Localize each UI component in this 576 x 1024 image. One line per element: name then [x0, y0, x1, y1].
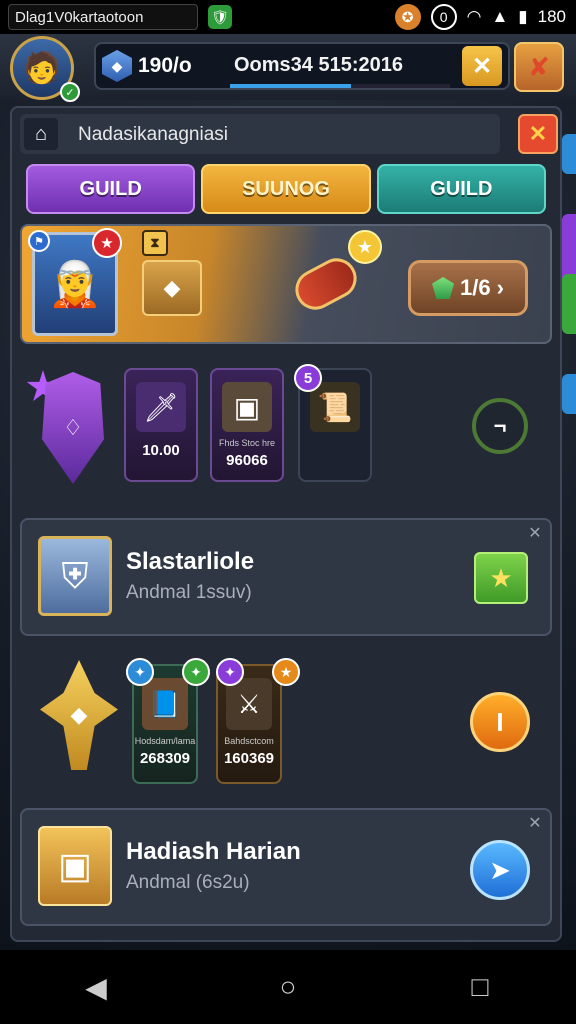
- clock-text: 180: [537, 7, 566, 26]
- card-title: Slastarliole: [126, 548, 255, 575]
- item-row-1: ♢ 🗡 10.00 ▣ Fhds Stoc hre 96066 5 📜 ¬: [12, 364, 564, 508]
- breadcrumb: ⌂ Nadasikanagniasi: [20, 114, 500, 154]
- hero-progress-button[interactable]: 1/6 ›: [408, 260, 528, 316]
- chevron-right-icon: ›: [496, 275, 504, 300]
- timer-progress: [230, 84, 450, 88]
- tab-bar: GUILD SUUNOG GUILD: [26, 164, 546, 214]
- slot-count-badge: 5: [294, 364, 322, 392]
- info-card-b[interactable]: ✕ ▣ Hadiash Harian Andmal (6s2u) ➤: [20, 808, 552, 926]
- hero-progress-text: 1/6: [460, 275, 491, 300]
- row1-action-button[interactable]: ¬: [472, 398, 528, 454]
- top-bar: 🧑 ✓ ◆ 190/o Ooms34 515:2016 ✕ ✘: [0, 34, 576, 102]
- timer-progress-fill: [230, 84, 351, 88]
- gem-count: 190/o: [138, 54, 192, 77]
- item-slot[interactable]: ✦ ✦ 📘 Hodsdam/lama 268309: [126, 658, 210, 784]
- tab-guild[interactable]: GUILD: [26, 164, 196, 214]
- side-edge-tab[interactable]: [562, 274, 576, 334]
- purple-shield-icon: ♢: [42, 372, 104, 484]
- panel-close-button[interactable]: ✕: [518, 114, 558, 154]
- slot-caption: Bahdsctcom: [224, 736, 274, 746]
- info-card-a[interactable]: ✕ ⛨ Slastarliole Andmal 1ssuv) ★: [20, 518, 552, 636]
- slot-caption: Hodsdam/lama: [134, 736, 196, 746]
- guild-panel: ⌂ Nadasikanagniasi ✕ GUILD SUUNOG GUILD …: [10, 106, 562, 942]
- wifi-icon: ◠: [466, 7, 482, 26]
- slot-caption: Fhds Stoc hre: [218, 438, 276, 448]
- game-screen: 🧑 ✓ ◆ 190/o Ooms34 515:2016 ✕ ✘ ⌂ Nadasi…: [0, 34, 576, 950]
- resource-bar: ◆ 190/o Ooms34 515:2016 ✕: [94, 42, 510, 90]
- home-circle-icon[interactable]: ○: [258, 957, 318, 1017]
- side-edge-tab[interactable]: [562, 134, 576, 174]
- home-icon[interactable]: ⌂: [24, 118, 58, 150]
- app-icon: 🛡: [208, 5, 232, 29]
- chest-icon: ◆: [142, 260, 202, 316]
- card-subtitle: Andmal 1ssuv): [126, 582, 252, 603]
- golden-chest-icon: ▣: [38, 826, 112, 906]
- card-close-icon[interactable]: ✕: [524, 522, 546, 544]
- status-right: ✪ 0 ◠ ▲ ▮ 180: [394, 4, 566, 30]
- rank-badge-icon: ⚑: [28, 230, 50, 252]
- purple-badge-icon: ✦: [216, 658, 244, 686]
- treasure-chest-icon: ▣: [222, 382, 272, 432]
- blue-star-badge-icon: ✦: [126, 658, 154, 686]
- tab-suunog[interactable]: SUUNOG: [201, 164, 371, 214]
- item-slot[interactable]: ▣ Fhds Stoc hre 96066: [210, 368, 284, 482]
- breadcrumb-text: Nadasikanagniasi: [78, 124, 228, 145]
- slot-value: 10.00: [142, 442, 180, 459]
- spellbook-icon: 📘: [142, 678, 188, 730]
- side-edge-tab[interactable]: [562, 374, 576, 414]
- golden-scroll-icon: 📜: [310, 382, 360, 432]
- medal-icon: ✪: [394, 4, 421, 30]
- card-close-icon[interactable]: ✕: [524, 812, 546, 834]
- crossbow-icon: ⚔: [226, 678, 272, 730]
- slot-value: 268309: [139, 750, 191, 767]
- golden-relic-icon: ◆: [40, 660, 118, 770]
- item-row-2: ◆ ✦ ✦ 📘 Hodsdam/lama 268309 ✦ ★ ⚔ Bahdsc…: [12, 648, 564, 798]
- row2-action-button[interactable]: I: [470, 692, 530, 752]
- back-icon[interactable]: ◀: [66, 957, 126, 1017]
- star-icon[interactable]: ★: [348, 230, 382, 264]
- resource-close-button[interactable]: ✕: [462, 46, 502, 86]
- hourglass-icon: ⧗: [142, 230, 168, 256]
- signal-icon: ▲: [491, 7, 509, 26]
- orange-star-badge-icon: ★: [272, 658, 300, 686]
- green-gem-icon: [432, 277, 455, 299]
- armor-chest-icon: ⛨: [38, 536, 112, 616]
- alert-badge-icon: ★: [92, 228, 122, 258]
- hero-card[interactable]: 🧝 ⚑ ★ ⧗ ◆ ★ 1/6 ›: [20, 224, 552, 344]
- crossed-swords-button[interactable]: ✘: [514, 42, 564, 92]
- battery-icon: ▮: [518, 7, 528, 26]
- recents-icon[interactable]: □: [450, 957, 510, 1017]
- gem-icon: ◆: [102, 50, 132, 82]
- card-subtitle: Andmal (6s2u): [126, 872, 250, 893]
- scroll-icon: [288, 251, 364, 317]
- slot-value: 160369: [223, 750, 275, 767]
- card-title: Hadiash Harian: [126, 838, 301, 865]
- item-slot[interactable]: ✦ ★ ⚔ Bahdsctcom 160369: [216, 658, 300, 784]
- status-title: Dlag1V0kartaotoon: [8, 4, 198, 30]
- tab-guild-2[interactable]: GUILD: [376, 164, 546, 214]
- item-slot[interactable]: 🗡 10.00: [124, 368, 198, 482]
- system-nav-bar: ◀ ○ □: [0, 950, 576, 1024]
- send-button[interactable]: ➤: [470, 840, 530, 900]
- status-bar: Dlag1V0kartaotoon 🛡 ✪ 0 ◠ ▲ ▮ 180: [0, 0, 576, 34]
- sword-icon: 🗡: [136, 382, 186, 432]
- slot-value: 96066: [226, 452, 268, 469]
- star-claim-button[interactable]: ★: [474, 552, 528, 604]
- alarm-icon: 0: [430, 4, 457, 30]
- green-star-badge-icon: ✦: [182, 658, 210, 686]
- event-timer: Ooms34 515:2016: [234, 54, 404, 76]
- item-slot[interactable]: 5 📜: [294, 364, 372, 482]
- avatar-check-icon: ✓: [60, 82, 80, 102]
